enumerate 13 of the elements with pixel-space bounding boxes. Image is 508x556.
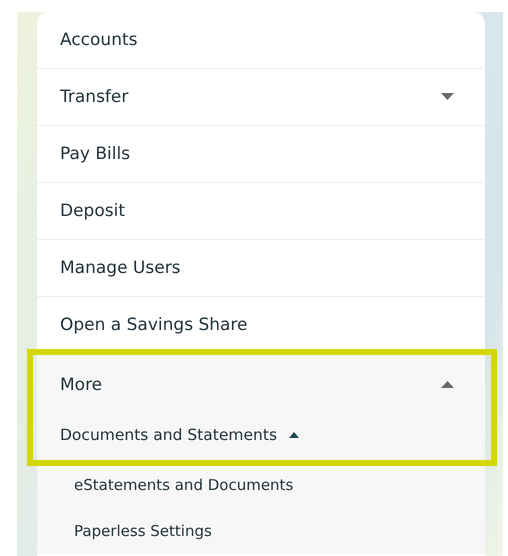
- menu-item[interactable]: Pay Bills: [37, 126, 485, 183]
- submenu-link[interactable]: Paperless Settings: [37, 508, 485, 554]
- caret-icon: [289, 432, 300, 438]
- menu-item[interactable]: Deposit: [37, 183, 485, 240]
- menu-item[interactable]: Transfer: [37, 69, 485, 126]
- caret-icon: [441, 93, 454, 101]
- menu-item[interactable]: More: [37, 354, 485, 414]
- menu-item[interactable]: Accounts: [37, 12, 485, 69]
- caret-icon: [441, 381, 454, 389]
- submenu-item[interactable]: Documents and Statements: [37, 414, 485, 462]
- menu-item[interactable]: Manage Users: [37, 240, 485, 297]
- submenu-link[interactable]: eStatements and Documents: [37, 462, 485, 508]
- menu-item[interactable]: Open a Savings Share: [37, 297, 485, 354]
